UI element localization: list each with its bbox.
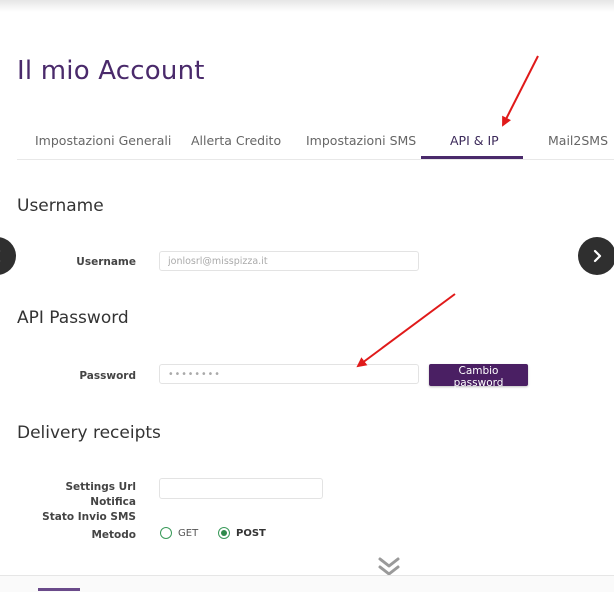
notification-url-label-line1: Settings Url Notifica bbox=[65, 481, 136, 508]
tab-allerta-credito[interactable]: Allerta Credito bbox=[191, 133, 281, 148]
password-label: Password bbox=[79, 370, 136, 382]
method-get-label: GET bbox=[178, 527, 199, 539]
username-input[interactable] bbox=[159, 251, 419, 271]
tab-impostazioni-generali[interactable]: Impostazioni Generali bbox=[35, 133, 171, 148]
method-post-label: POST bbox=[236, 527, 266, 539]
chevron-left-icon bbox=[0, 250, 1, 262]
method-get-option[interactable]: GET bbox=[160, 527, 198, 539]
radio-get[interactable] bbox=[160, 527, 172, 539]
notification-url-input[interactable] bbox=[159, 478, 323, 499]
tab-impostazioni-sms[interactable]: Impostazioni SMS bbox=[306, 133, 416, 148]
method-label: Metodo bbox=[91, 529, 136, 541]
annotation-arrow-password bbox=[356, 293, 456, 368]
page-title: Il mio Account bbox=[17, 56, 205, 86]
tab-mail2sms[interactable]: Mail2SMS bbox=[548, 133, 608, 148]
next-button[interactable] bbox=[578, 237, 614, 275]
prev-button[interactable] bbox=[0, 237, 16, 275]
method-post-option[interactable]: POST bbox=[218, 527, 266, 539]
top-shadow bbox=[0, 0, 614, 12]
chevron-right-icon bbox=[593, 249, 602, 263]
username-section-title: Username bbox=[17, 196, 104, 216]
active-tab-indicator bbox=[421, 156, 523, 159]
change-password-button[interactable]: Cambio password bbox=[429, 364, 528, 389]
tab-api-ip[interactable]: API & IP bbox=[450, 133, 499, 148]
notification-url-label-line2: Stato Invio SMS bbox=[42, 511, 136, 523]
radio-post[interactable] bbox=[218, 527, 230, 539]
api-password-section-title: API Password bbox=[17, 308, 129, 328]
notification-url-label: Settings Url Notifica Stato Invio SMS bbox=[20, 480, 136, 525]
annotation-arrow-tab bbox=[502, 55, 539, 127]
password-input[interactable] bbox=[159, 364, 419, 384]
username-label: Username bbox=[76, 256, 136, 268]
delivery-receipts-section-title: Delivery receipts bbox=[17, 423, 161, 443]
bottom-bar bbox=[0, 575, 614, 592]
tab-bar: Impostazioni Generali Allerta Credito Im… bbox=[17, 124, 614, 160]
